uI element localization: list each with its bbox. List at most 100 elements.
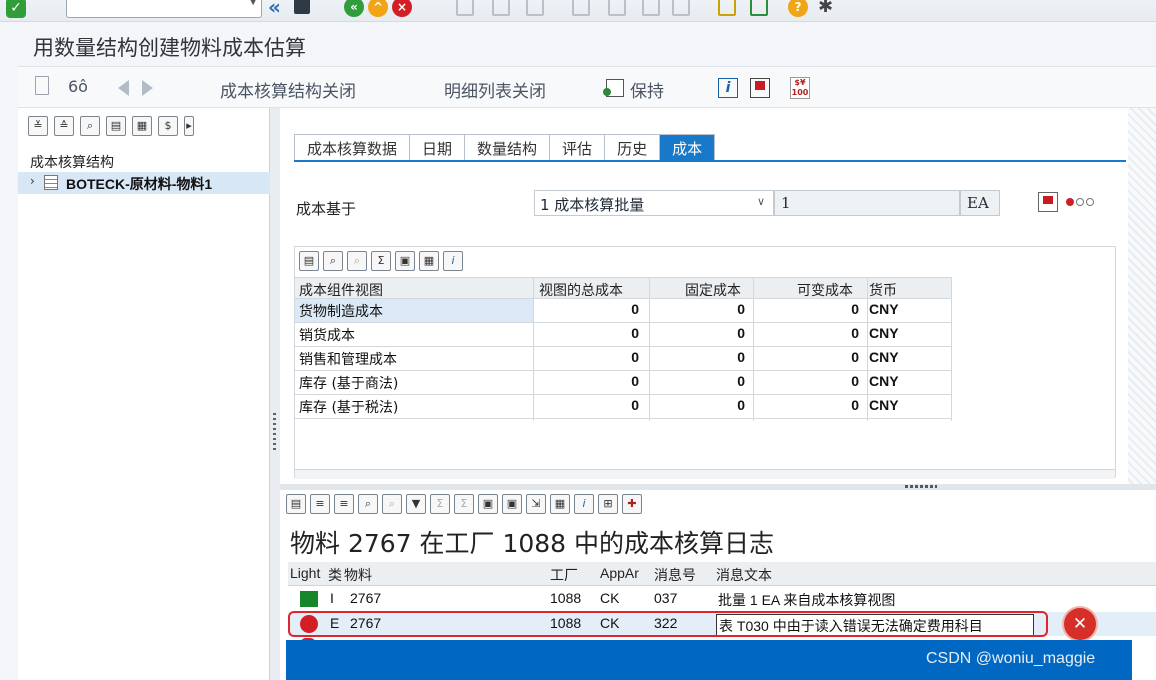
message-flag-icon[interactable] xyxy=(1038,192,1058,212)
detail-list-close-button[interactable]: 明细列表关闭 xyxy=(444,77,546,102)
grid-horizontal-scrollbar[interactable] xyxy=(295,469,1115,479)
glasses-icon[interactable]: 6ô xyxy=(68,77,88,96)
page-title: 用数量结构创建物料成本估算 xyxy=(33,36,306,60)
subtotal-icon[interactable]: Σ xyxy=(454,494,474,514)
vertical-splitter[interactable] xyxy=(270,108,280,680)
export-icon[interactable]: ⇲ xyxy=(526,494,546,514)
tab-dates[interactable]: 日期 xyxy=(410,135,466,161)
find-icon[interactable]: ⌕ xyxy=(358,494,378,514)
flag-icon[interactable] xyxy=(750,78,770,98)
sort-descending-icon[interactable]: ≡ xyxy=(334,494,354,514)
sort-ascending-icon[interactable]: ≡ xyxy=(310,494,330,514)
splitter-grip[interactable] xyxy=(905,485,937,488)
col-light[interactable]: Light xyxy=(290,565,320,581)
info-icon[interactable]: i xyxy=(718,78,738,98)
col-app-area[interactable]: AppAr xyxy=(600,565,639,581)
info-icon[interactable]: i xyxy=(574,494,594,514)
log-row[interactable]: I 2767 1088 CK 037 批量 1 EA 来自成本核算视图 xyxy=(288,587,1156,611)
double-chevron-left-icon[interactable]: « xyxy=(268,0,281,19)
print-preview-icon[interactable]: ▣ xyxy=(502,494,522,514)
hold-icon[interactable] xyxy=(603,79,624,97)
previous-arrow-icon[interactable] xyxy=(118,80,129,96)
more-icon[interactable]: ▸ xyxy=(184,116,194,136)
info-icon[interactable]: i xyxy=(443,251,463,271)
col-variable-cost[interactable]: 可变成本 xyxy=(797,280,853,300)
tab-costs[interactable]: 成本 xyxy=(660,135,715,161)
document-icon[interactable] xyxy=(35,76,49,95)
save-icon[interactable] xyxy=(294,0,310,14)
new-session-icon[interactable] xyxy=(718,0,736,16)
col-currency[interactable]: 货币 xyxy=(869,280,897,300)
find-next-icon[interactable]: ⌕ xyxy=(347,251,367,271)
error-close-icon[interactable]: ✕ xyxy=(1064,608,1096,640)
tab-history[interactable]: 历史 xyxy=(605,135,661,161)
tab-costing-data[interactable]: 成本核算数据 xyxy=(295,135,411,161)
find-icon[interactable] xyxy=(492,0,510,16)
details-icon[interactable]: ▤ xyxy=(299,251,319,271)
grid-row[interactable]: 销售和管理成本 0 0 0 CNY xyxy=(295,347,951,371)
print-icon[interactable] xyxy=(456,0,474,16)
next-arrow-icon[interactable] xyxy=(142,80,153,96)
long-text-icon[interactable]: ✚ xyxy=(622,494,642,514)
find-icon[interactable]: ⌕ xyxy=(80,116,100,136)
gear-icon[interactable]: ✱ xyxy=(818,0,833,17)
grid-row[interactable]: 库存 (基于商法) 0 0 0 CNY xyxy=(295,371,951,395)
grid-row[interactable]: 货物制造成本 0 0 0 CNY xyxy=(295,299,951,323)
details-icon[interactable]: ▤ xyxy=(286,494,306,514)
col-message-no[interactable]: 消息号 xyxy=(654,565,696,585)
print-icon[interactable]: ▤ xyxy=(106,116,126,136)
tab-valuation[interactable]: 评估 xyxy=(550,135,606,161)
hold-button[interactable]: 保持 xyxy=(630,77,664,102)
sum-icon[interactable]: Σ xyxy=(371,251,391,271)
last-page-icon[interactable] xyxy=(672,0,690,16)
col-cost-component-view[interactable]: 成本组件视图 xyxy=(299,280,383,300)
currency-icon[interactable]: $ xyxy=(158,116,178,136)
help-icon[interactable]: ? xyxy=(788,0,808,17)
command-field[interactable]: ▼ xyxy=(66,0,262,18)
log-cell: I xyxy=(330,590,334,606)
expand-all-icon[interactable]: ≚ xyxy=(28,116,48,136)
print-icon[interactable]: ▣ xyxy=(478,494,498,514)
sum-icon[interactable]: Σ xyxy=(430,494,450,514)
col-material[interactable]: 物料 xyxy=(344,565,372,585)
filter-icon[interactable]: ▼ xyxy=(406,494,426,514)
tree-header: 成本核算结构 xyxy=(30,155,114,171)
next-page-icon[interactable] xyxy=(642,0,660,16)
checkmark-icon[interactable]: ✓ xyxy=(6,0,26,18)
tree-icon[interactable]: ⊞ xyxy=(598,494,618,514)
previous-page-icon[interactable] xyxy=(608,0,626,16)
col-total-cost[interactable]: 视图的总成本 xyxy=(539,280,623,300)
currency-100-icon[interactable]: $¥ 100 xyxy=(790,77,810,99)
cancel-icon[interactable]: × xyxy=(392,0,412,17)
chevron-down-icon[interactable]: ▼ xyxy=(249,0,257,7)
find-next-icon[interactable]: ⌕ xyxy=(382,494,402,514)
back-icon[interactable]: « xyxy=(344,0,364,17)
col-plant[interactable]: 工厂 xyxy=(550,565,578,585)
layout-icon[interactable]: ▦ xyxy=(419,251,439,271)
structure-close-button[interactable]: 成本核算结构关闭 xyxy=(220,77,356,102)
cost-base-select[interactable]: 1 成本核算批量 ∨ xyxy=(534,190,774,216)
col-fixed-cost[interactable]: 固定成本 xyxy=(685,280,741,300)
tab-qty-structure[interactable]: 数量结构 xyxy=(465,135,551,161)
layout-icon[interactable]: ▦ xyxy=(550,494,570,514)
first-page-icon[interactable] xyxy=(572,0,590,16)
col-message-text[interactable]: 消息文本 xyxy=(716,565,772,585)
find-icon[interactable]: ⌕ xyxy=(323,251,343,271)
error-highlight-frame xyxy=(288,611,1048,637)
print-icon[interactable]: ▣ xyxy=(395,251,415,271)
upper-panel-scroll-area[interactable] xyxy=(1128,108,1156,486)
chevron-down-icon[interactable]: ∨ xyxy=(757,195,765,208)
splitter-grip[interactable] xyxy=(273,413,276,453)
exit-icon[interactable]: ^ xyxy=(368,0,388,17)
expand-arrow-icon[interactable]: › xyxy=(30,174,35,188)
cost-component-grid: ▤ ⌕ ⌕ Σ ▣ ▦ i 成本组件视图 视图的总成本 固定成本 可变成本 货币… xyxy=(294,246,1116,479)
layout-icon[interactable]: ▦ xyxy=(132,116,152,136)
find-next-icon[interactable] xyxy=(526,0,544,16)
grid-row[interactable]: 销货成本 0 0 0 CNY xyxy=(295,323,951,347)
grid-header: 成本组件视图 视图的总成本 固定成本 可变成本 货币 xyxy=(295,277,951,299)
grid-row[interactable]: 库存 (基于税法) 0 0 0 CNY xyxy=(295,395,951,419)
tree-item-boteck[interactable]: › BOTECK-原材料-物料1 xyxy=(18,172,270,194)
col-type[interactable]: 类 xyxy=(328,565,342,585)
shortcut-icon[interactable] xyxy=(750,0,768,16)
collapse-all-icon[interactable]: ≙ xyxy=(54,116,74,136)
